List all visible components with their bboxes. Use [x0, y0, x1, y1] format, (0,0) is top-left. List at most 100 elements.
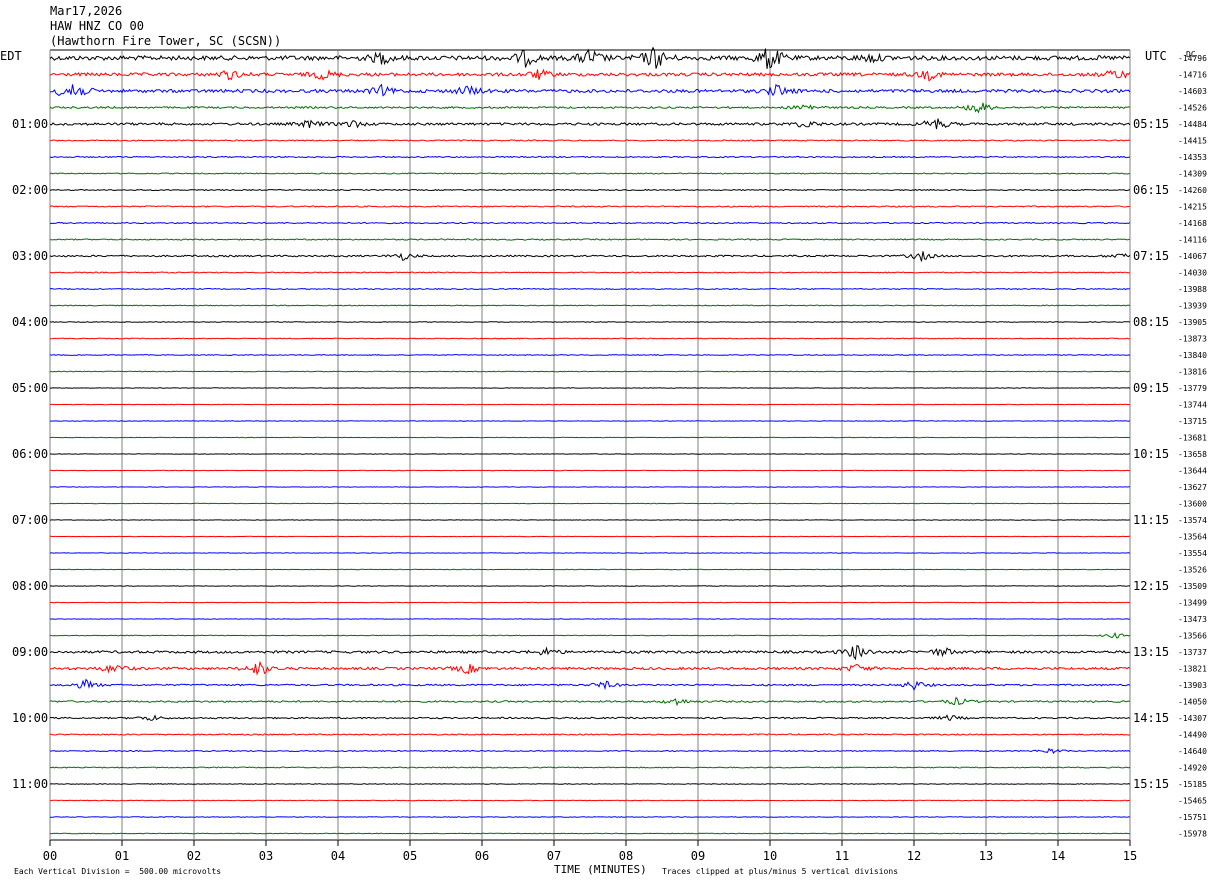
- dc-offset-header: DC: [1186, 50, 1196, 59]
- dc-offset-label: -13939: [1178, 302, 1207, 311]
- left-hour-label: 05:00: [12, 381, 48, 395]
- dc-offset-label: -14067: [1178, 252, 1207, 261]
- x-tick-label: 09: [691, 849, 705, 863]
- x-axis-title: TIME (MINUTES): [554, 863, 647, 876]
- left-hour-label: 10:00: [12, 711, 48, 725]
- seismic-trace: [49, 714, 1131, 722]
- dc-offset-label: -13903: [1178, 681, 1207, 690]
- right-hour-label: 11:15: [1133, 513, 1169, 527]
- x-tick-label: 01: [115, 849, 129, 863]
- dc-offset-label: -13779: [1178, 384, 1207, 393]
- x-axis-ticks: 00 01 02 03 04 05 06 07 08 09 10 11 12 13 14 15: [43, 840, 1137, 863]
- x-tick-label: 02: [187, 849, 201, 863]
- dc-offset-label: -15185: [1178, 780, 1207, 789]
- seismic-trace: [49, 83, 1131, 97]
- seismic-trace: [49, 733, 1131, 736]
- seismic-trace: [49, 118, 1131, 130]
- dc-offset-label: -15978: [1178, 830, 1207, 839]
- seismic-trace: [49, 287, 1131, 291]
- x-tick-label: 13: [979, 849, 993, 863]
- x-tick-label: 04: [331, 849, 345, 863]
- seismic-trace: [49, 321, 1131, 323]
- dc-offset-label: -13566: [1178, 632, 1207, 641]
- seismic-trace: [49, 221, 1131, 225]
- dc-offset-label: -13509: [1178, 582, 1207, 591]
- clip-note: Traces clipped at plus/minus 5 vertical …: [662, 867, 899, 876]
- x-tick-label: 10: [763, 849, 777, 863]
- x-tick-label: 03: [259, 849, 273, 863]
- dc-offset-label: -14603: [1178, 87, 1207, 96]
- seismic-trace: [49, 816, 1131, 818]
- dc-offset-label: -14920: [1178, 764, 1207, 773]
- x-tick-label: 05: [403, 849, 417, 863]
- seismic-trace: [49, 304, 1131, 307]
- dc-offset-label: -13988: [1178, 285, 1207, 294]
- dc-offset-label: -14215: [1178, 203, 1207, 212]
- seismic-trace: [49, 337, 1131, 340]
- left-timezone-label: EDT: [0, 49, 22, 63]
- dc-offset-label: -14640: [1178, 747, 1207, 756]
- x-tick-label: 00: [43, 849, 57, 863]
- x-tick-label: 14: [1051, 849, 1065, 863]
- dc-offset-label: -14526: [1178, 104, 1207, 113]
- dc-offset-label: -13658: [1178, 450, 1207, 459]
- date-label: Mar17,2026: [50, 4, 123, 18]
- dc-offset-label: -14353: [1178, 153, 1207, 162]
- scale-note: Each Vertical Division = 500.00 microvol…: [14, 867, 222, 876]
- dc-offset-label: -13744: [1178, 401, 1207, 410]
- left-hour-label: 06:00: [12, 447, 48, 461]
- right-hour-label: 08:15: [1133, 315, 1169, 329]
- x-tick-label: 12: [907, 849, 921, 863]
- right-hour-label: 06:15: [1133, 183, 1169, 197]
- seismic-trace: [49, 766, 1131, 769]
- left-hour-label: 01:00: [12, 117, 48, 131]
- seismic-trace: [49, 632, 1131, 639]
- dc-offset-label: -14307: [1178, 714, 1207, 723]
- dc-offset-label: -14484: [1178, 120, 1207, 129]
- helicorder-plot: -14796-14716-14603-14526-1448401:00 05:15…: [12, 46, 1207, 863]
- dc-offset-label: -13873: [1178, 335, 1207, 344]
- left-hour-label: 09:00: [12, 645, 48, 659]
- right-timezone-label: UTC: [1145, 49, 1167, 63]
- seismic-trace: [49, 46, 1131, 69]
- seismic-trace: [49, 783, 1131, 785]
- seismic-trace: [49, 68, 1131, 82]
- seismic-trace: [49, 696, 1131, 707]
- seismic-trace: [49, 155, 1131, 159]
- seismic-trace: [49, 678, 1131, 691]
- right-hour-label: 14:15: [1133, 711, 1169, 725]
- left-hour-label: 07:00: [12, 513, 48, 527]
- dc-offset-label: -13840: [1178, 351, 1207, 360]
- dc-offset-label: -14050: [1178, 698, 1207, 707]
- seismic-trace: [49, 832, 1130, 835]
- dc-offset-label: -14116: [1178, 236, 1207, 245]
- right-hour-label: 10:15: [1133, 447, 1169, 461]
- dc-offset-label: -13737: [1178, 648, 1207, 657]
- left-hour-label: 04:00: [12, 315, 48, 329]
- plot-grid: [49, 49, 1131, 841]
- location-label: (Hawthorn Fire Tower, SC (SCSN)): [50, 34, 282, 48]
- dc-offset-label: -13681: [1178, 434, 1207, 443]
- left-hour-label: 03:00: [12, 249, 48, 263]
- x-tick-label: 07: [547, 849, 561, 863]
- dc-offset-label: -14309: [1178, 170, 1207, 179]
- dc-offset-label: -13554: [1178, 549, 1207, 558]
- dc-offset-label: -13473: [1178, 615, 1207, 624]
- right-hour-label: 09:15: [1133, 381, 1169, 395]
- dc-offset-label: -14030: [1178, 269, 1207, 278]
- seismic-trace: [49, 172, 1131, 175]
- dc-offset-label: -13526: [1178, 566, 1207, 575]
- dc-offset-label: -13564: [1178, 533, 1207, 542]
- x-tick-label: 11: [835, 849, 849, 863]
- dc-offset-label: -13816: [1178, 368, 1207, 377]
- right-hour-label: 12:15: [1133, 579, 1169, 593]
- seismic-trace: [49, 102, 1131, 114]
- dc-offset-label: -14415: [1178, 137, 1207, 146]
- dc-offset-label: -14716: [1178, 71, 1207, 80]
- seismic-trace: [49, 644, 1131, 661]
- dc-offset-label: -14260: [1178, 186, 1207, 195]
- seismic-trace: [49, 139, 1131, 142]
- dc-offset-label: -13627: [1178, 483, 1207, 492]
- dc-offset-label: -14168: [1178, 219, 1207, 228]
- station-label: HAW HNZ CO 00: [50, 19, 144, 33]
